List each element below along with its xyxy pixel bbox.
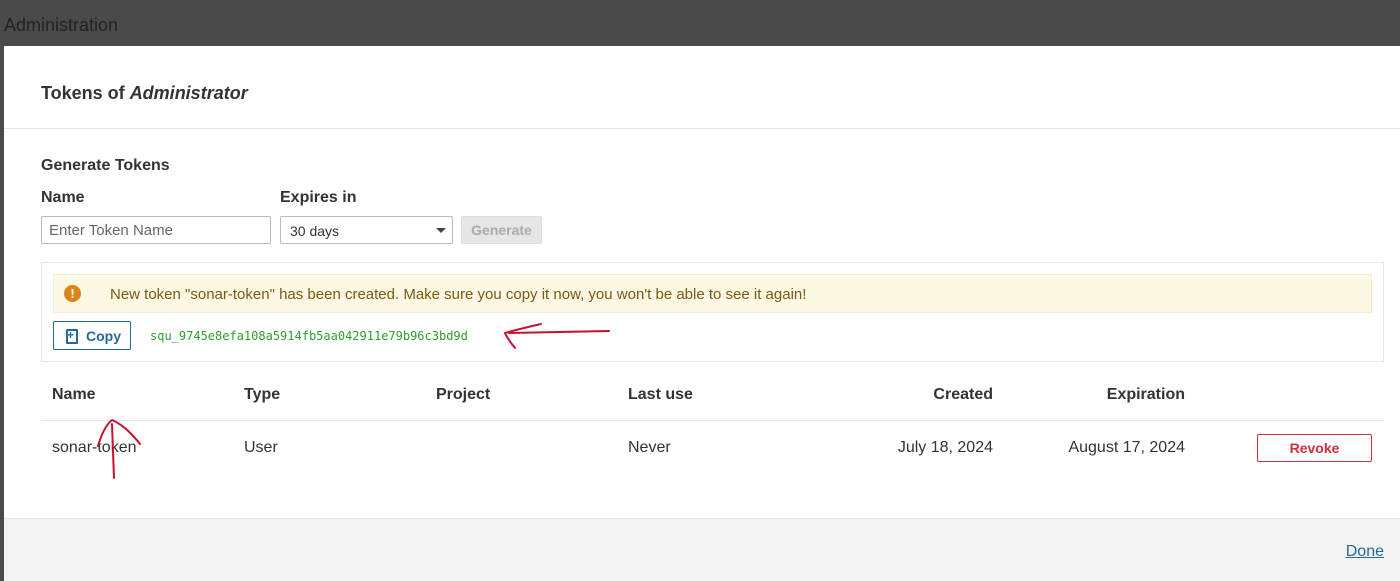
new-token-panel: ! New token "sonar-token" has been creat…: [41, 262, 1384, 362]
modal-title: Tokens of Administrator: [41, 83, 248, 103]
modal-header: Tokens of Administrator: [4, 46, 1400, 129]
revoke-button[interactable]: Revoke: [1257, 434, 1372, 462]
chevron-down-icon: [436, 228, 446, 233]
generate-button[interactable]: Generate: [461, 216, 542, 244]
tokens-modal: Tokens of Administrator Generate Tokens …: [4, 46, 1400, 581]
token-created-alert: ! New token "sonar-token" has been creat…: [53, 274, 1372, 313]
modal-footer: Done: [4, 518, 1400, 581]
col-header-last-use: Last use: [628, 386, 693, 403]
token-name-label: Name: [41, 189, 85, 206]
col-header-project: Project: [436, 386, 491, 403]
modal-title-prefix: Tokens of: [41, 83, 130, 103]
expires-in-value: 30 days: [290, 223, 340, 239]
copy-button[interactable]: Copy: [53, 321, 131, 350]
token-expiration-cell: August 17, 2024: [1068, 439, 1185, 456]
expires-in-select[interactable]: 30 days: [280, 216, 453, 244]
generate-tokens-heading: Generate Tokens: [41, 157, 170, 174]
page-title: Administration: [4, 15, 119, 35]
exclamation-circle-icon: !: [64, 285, 81, 302]
col-header-type: Type: [244, 386, 281, 403]
modal-title-user: Administrator: [129, 83, 248, 103]
token-type-cell: User: [244, 439, 278, 456]
token-name-cell: sonar-token: [52, 439, 137, 456]
expires-in-label: Expires in: [280, 189, 357, 206]
token-last-use-cell: Never: [628, 439, 671, 456]
col-header-expiration: Expiration: [1106, 386, 1185, 403]
red-arrow-annotation: [503, 323, 610, 349]
clipboard-copy-icon: [66, 328, 78, 344]
token-created-cell: July 18, 2024: [897, 439, 993, 456]
copy-button-label: Copy: [86, 328, 121, 344]
table-divider: [41, 420, 1384, 421]
done-button[interactable]: Done: [1346, 543, 1384, 561]
token-name-input[interactable]: [41, 216, 271, 244]
col-header-name: Name: [52, 386, 96, 403]
token-value[interactable]: squ_9745e8efa108a5914fb5aa042911e79b96c3…: [150, 329, 468, 343]
alert-message: New token "sonar-token" has been created…: [110, 286, 807, 303]
col-header-created: Created: [933, 386, 993, 403]
